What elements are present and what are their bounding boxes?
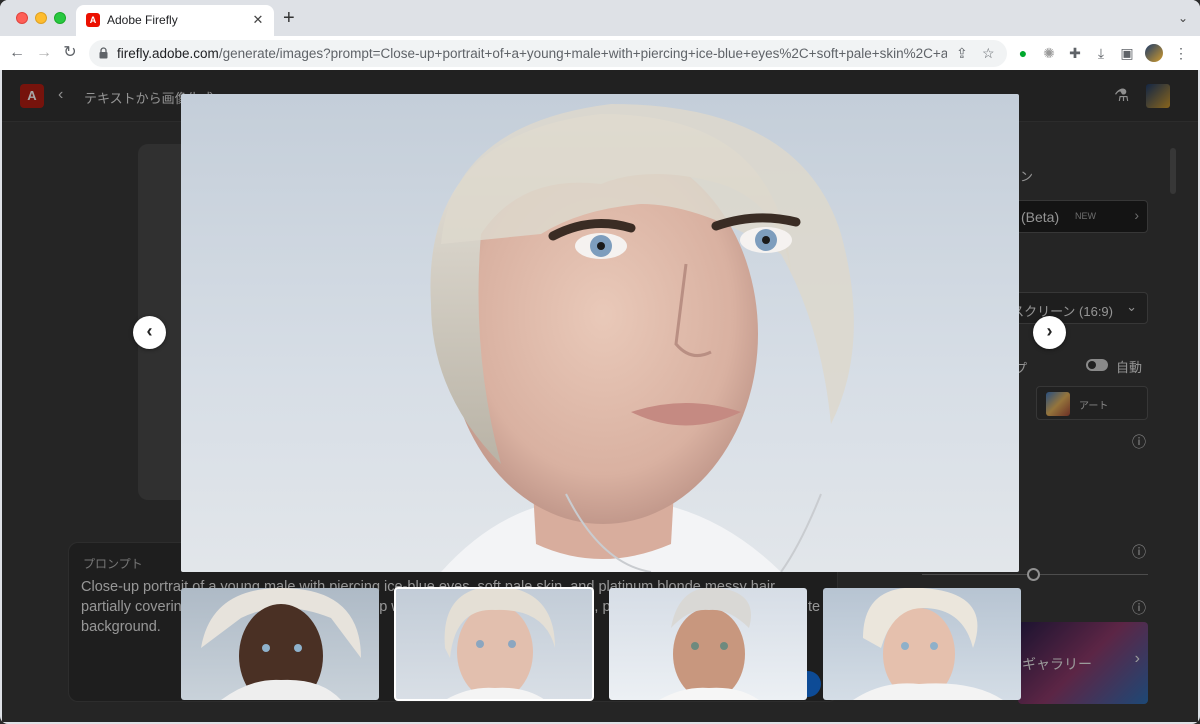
new-tab-button[interactable]: + <box>283 8 295 28</box>
portrait-thumbnail-1 <box>201 588 361 700</box>
address-bar[interactable]: firefly.adobe.com/generate/images?prompt… <box>89 40 1007 67</box>
url-text: firefly.adobe.com/generate/images?prompt… <box>117 46 947 61</box>
profile-avatar[interactable] <box>1145 44 1163 62</box>
back-arrow-icon[interactable]: ← <box>6 42 28 64</box>
thumbnail-variation-4[interactable] <box>823 588 1021 700</box>
chevron-left-icon: ‹ <box>146 321 153 341</box>
tab-strip: A Adobe Firefly ✕ + ⌄ <box>0 0 1200 36</box>
portrait-thumbnail-4 <box>853 588 1003 700</box>
maximize-window-button[interactable] <box>54 12 66 24</box>
browser-window: A Adobe Firefly ✕ + ⌄ ← → ↻ firefly.adob… <box>0 0 1200 724</box>
previous-image-button[interactable]: ‹ <box>133 316 166 349</box>
download-icon[interactable]: ⤓ <box>1092 44 1110 62</box>
portrait-thumbnail-3 <box>659 588 759 700</box>
bookmark-star-icon[interactable]: ☆ <box>982 45 995 62</box>
adobe-favicon-icon: A <box>86 13 100 27</box>
thumbnail-variation-1[interactable] <box>181 588 379 700</box>
tab-title: Adobe Firefly <box>107 13 178 27</box>
lock-icon <box>99 47 108 59</box>
settings-extension-icon[interactable]: ✺ <box>1040 44 1058 62</box>
reload-icon[interactable]: ↻ <box>59 42 81 64</box>
side-panel-icon[interactable]: ▣ <box>1118 44 1136 62</box>
share-icon[interactable]: ⇪ <box>956 45 968 62</box>
firefly-page: A ‹ テキストから画像生成 ⚗ プロンプト Close-up portrait… <box>2 70 1198 722</box>
portrait-illustration <box>430 104 854 572</box>
evernote-extension-icon[interactable]: ● <box>1014 44 1032 62</box>
portrait-thumbnail-2 <box>444 588 555 700</box>
browser-menu-icon[interactable]: ⋮ <box>1172 44 1190 62</box>
browser-toolbar: ← → ↻ firefly.adobe.com/generate/images?… <box>0 36 1200 70</box>
extensions-puzzle-icon[interactable]: ✚ <box>1066 44 1084 62</box>
tab-search-chevron-icon[interactable]: ⌄ <box>1178 11 1188 25</box>
minimize-window-button[interactable] <box>35 12 47 24</box>
thumbnail-variation-2[interactable] <box>394 587 594 701</box>
close-tab-icon[interactable]: ✕ <box>250 12 266 28</box>
browser-tab[interactable]: A Adobe Firefly ✕ <box>76 5 274 36</box>
forward-arrow-icon[interactable]: → <box>33 42 55 64</box>
next-image-button[interactable]: › <box>1033 316 1066 349</box>
chevron-right-icon: › <box>1046 321 1053 341</box>
enlarged-image <box>181 94 1019 572</box>
thumbnail-variation-3[interactable] <box>609 588 807 700</box>
close-window-button[interactable] <box>16 12 28 24</box>
